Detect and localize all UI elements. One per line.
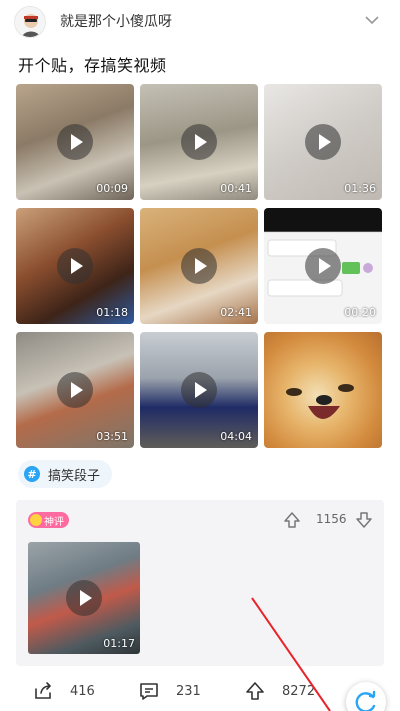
avatar-image — [15, 7, 45, 37]
video-duration: 04:04 — [220, 430, 252, 443]
topic-tag[interactable]: # 搞笑段子 — [18, 460, 113, 488]
play-icon — [66, 580, 102, 616]
shiba-dog-image — [286, 384, 354, 419]
play-icon — [57, 372, 93, 408]
video-duration: 01:36 — [344, 182, 376, 195]
play-icon — [305, 124, 341, 160]
vote-count: 1156 — [316, 512, 347, 526]
video-thumbnail[interactable]: 00:09 — [16, 84, 134, 200]
play-icon — [57, 248, 93, 284]
hot-comment-badge: 神评 — [28, 512, 69, 528]
action-bar: 416 231 8272 — [0, 676, 400, 708]
downvote-icon[interactable] — [354, 510, 374, 530]
post-header: 就是那个小傻瓜呀 — [0, 0, 400, 44]
play-icon — [181, 372, 217, 408]
video-duration: 00:20 — [344, 306, 376, 319]
play-icon — [305, 248, 341, 284]
video-duration: 01:18 — [96, 306, 128, 319]
comment-button[interactable]: 231 — [138, 678, 201, 704]
refresh-icon — [355, 690, 376, 711]
post-title: 开个贴，存搞笑视频 — [18, 56, 167, 75]
play-icon — [181, 124, 217, 160]
chevron-down-icon[interactable] — [364, 12, 380, 28]
video-duration: 00:09 — [96, 182, 128, 195]
share-count: 416 — [70, 683, 95, 699]
topic-label: 搞笑段子 — [48, 468, 101, 484]
video-duration: 02:41 — [220, 306, 252, 319]
play-icon — [181, 248, 217, 284]
video-duration: 03:51 — [96, 430, 128, 443]
video-thumbnail[interactable]: 03:51 — [16, 332, 134, 448]
comment-count: 231 — [176, 683, 201, 699]
top-comment-card[interactable]: 神评 1156 01:17 — [16, 500, 384, 666]
video-thumbnail[interactable]: 00:41 — [140, 84, 258, 200]
video-thumbnail[interactable]: 01:18 — [16, 208, 134, 324]
video-duration: 00:41 — [220, 182, 252, 195]
video-thumbnail[interactable]: 01:36 — [264, 84, 382, 200]
upvote-icon — [246, 682, 264, 700]
video-thumbnail[interactable]: 04:04 — [140, 332, 258, 448]
badge-label: 神评 — [44, 516, 64, 528]
video-thumbnail[interactable]: 00:20 — [264, 208, 382, 324]
play-icon — [57, 124, 93, 160]
avatar[interactable] — [14, 6, 46, 38]
like-count: 8272 — [282, 683, 316, 699]
comment-icon — [140, 683, 158, 700]
video-duration: 01:17 — [103, 637, 135, 650]
video-thumbnail[interactable]: 02:41 — [140, 208, 258, 324]
comment-video-thumbnail[interactable]: 01:17 — [28, 542, 140, 654]
share-button[interactable]: 416 — [32, 678, 95, 704]
emoji-icon — [30, 514, 42, 526]
image-thumbnail[interactable] — [264, 332, 382, 448]
upvote-icon[interactable] — [282, 510, 302, 530]
refresh-button[interactable] — [346, 682, 386, 711]
share-icon — [35, 682, 51, 699]
like-button[interactable]: 8272 — [244, 678, 315, 704]
author-name[interactable]: 就是那个小傻瓜呀 — [60, 11, 172, 31]
hashtag-icon: # — [24, 466, 40, 482]
